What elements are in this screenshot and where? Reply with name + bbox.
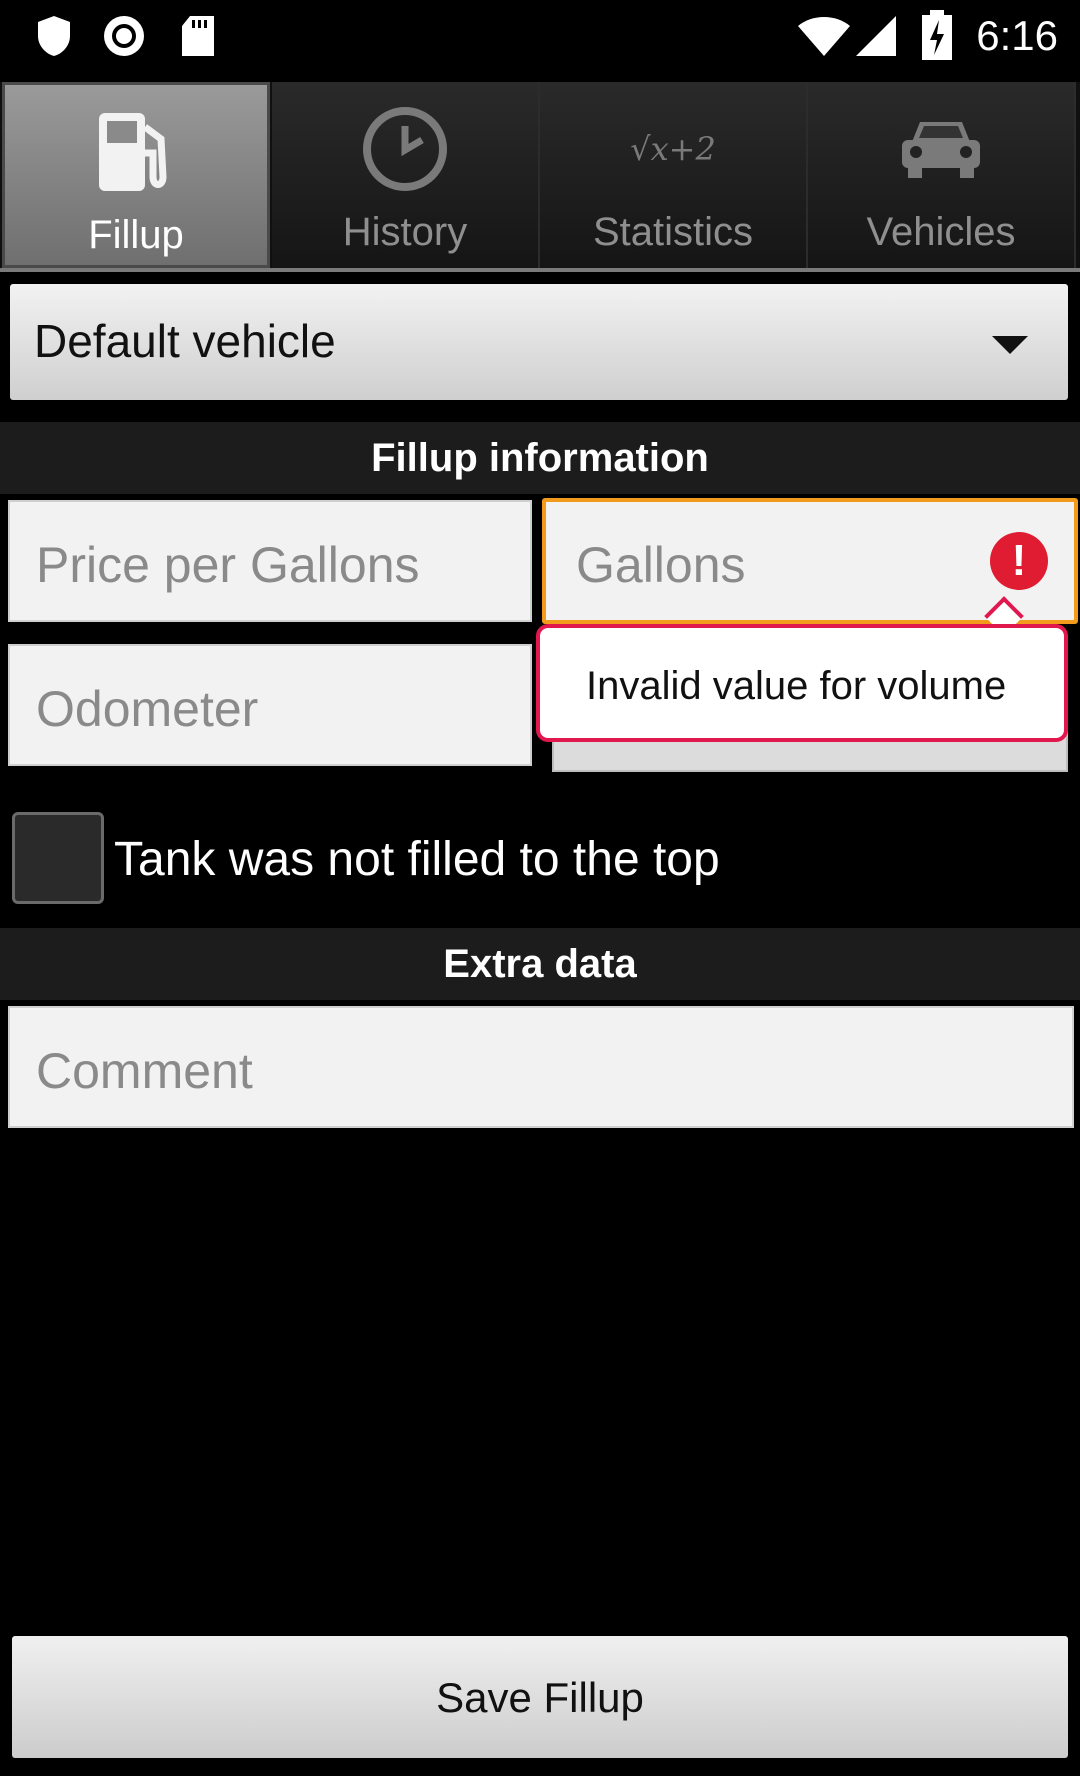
section-header-fillup-information: Fillup information xyxy=(0,422,1080,494)
comment-field[interactable]: Comment xyxy=(8,1006,1074,1128)
vehicle-selector-value: Default vehicle xyxy=(34,315,336,367)
save-fillup-button[interactable]: Save Fillup xyxy=(12,1636,1068,1758)
record-icon xyxy=(104,16,144,56)
battery-charging-icon xyxy=(922,10,952,60)
car-icon xyxy=(808,104,1074,194)
tab-label: History xyxy=(342,210,468,254)
math-formula-icon: √x+2 xyxy=(540,104,806,194)
wifi-icon xyxy=(798,17,850,56)
odometer-field[interactable]: Odometer xyxy=(8,644,532,766)
status-time: 6:16 xyxy=(976,12,1058,59)
error-popup: Invalid value for volume xyxy=(536,624,1068,742)
tab-vehicles[interactable]: Vehicles xyxy=(808,82,1076,268)
vehicle-selector[interactable]: Default vehicle xyxy=(10,284,1068,400)
sd-card-icon xyxy=(182,16,214,56)
odometer-placeholder: Odometer xyxy=(36,681,259,737)
tab-divider xyxy=(0,268,1080,272)
price-per-gallon-field[interactable]: Price per Gallons xyxy=(8,500,532,622)
gallons-placeholder: Gallons xyxy=(576,537,746,593)
tab-label: Fillup xyxy=(88,213,184,257)
tab-label: Vehicles xyxy=(866,210,1016,254)
tab-label: Statistics xyxy=(592,210,754,254)
tab-statistics[interactable]: √x+2 Statistics xyxy=(540,82,808,268)
fuel-pump-icon xyxy=(5,107,267,197)
tab-bar: Fillup History √x+2 Statistics Vehicles xyxy=(0,82,1080,272)
error-icon: ! xyxy=(990,532,1048,590)
section-header-extra-data: Extra data xyxy=(0,928,1080,1000)
comment-placeholder: Comment xyxy=(36,1043,253,1099)
clock-icon xyxy=(272,104,538,194)
price-per-gallon-placeholder: Price per Gallons xyxy=(36,537,420,593)
dropdown-arrow-icon xyxy=(992,336,1028,354)
tank-not-full-checkbox[interactable] xyxy=(12,812,104,904)
status-bar: 6:16 xyxy=(0,0,1080,78)
tab-fillup[interactable]: Fillup xyxy=(2,82,270,268)
shield-icon xyxy=(38,16,70,56)
save-fillup-label: Save Fillup xyxy=(436,1674,644,1721)
tank-not-full-label[interactable]: Tank was not filled to the top xyxy=(114,832,720,887)
tab-history[interactable]: History xyxy=(272,82,540,268)
signal-icon xyxy=(856,16,896,56)
error-message: Invalid value for volume xyxy=(586,664,1007,708)
formula-text: √x+2 xyxy=(630,130,716,168)
